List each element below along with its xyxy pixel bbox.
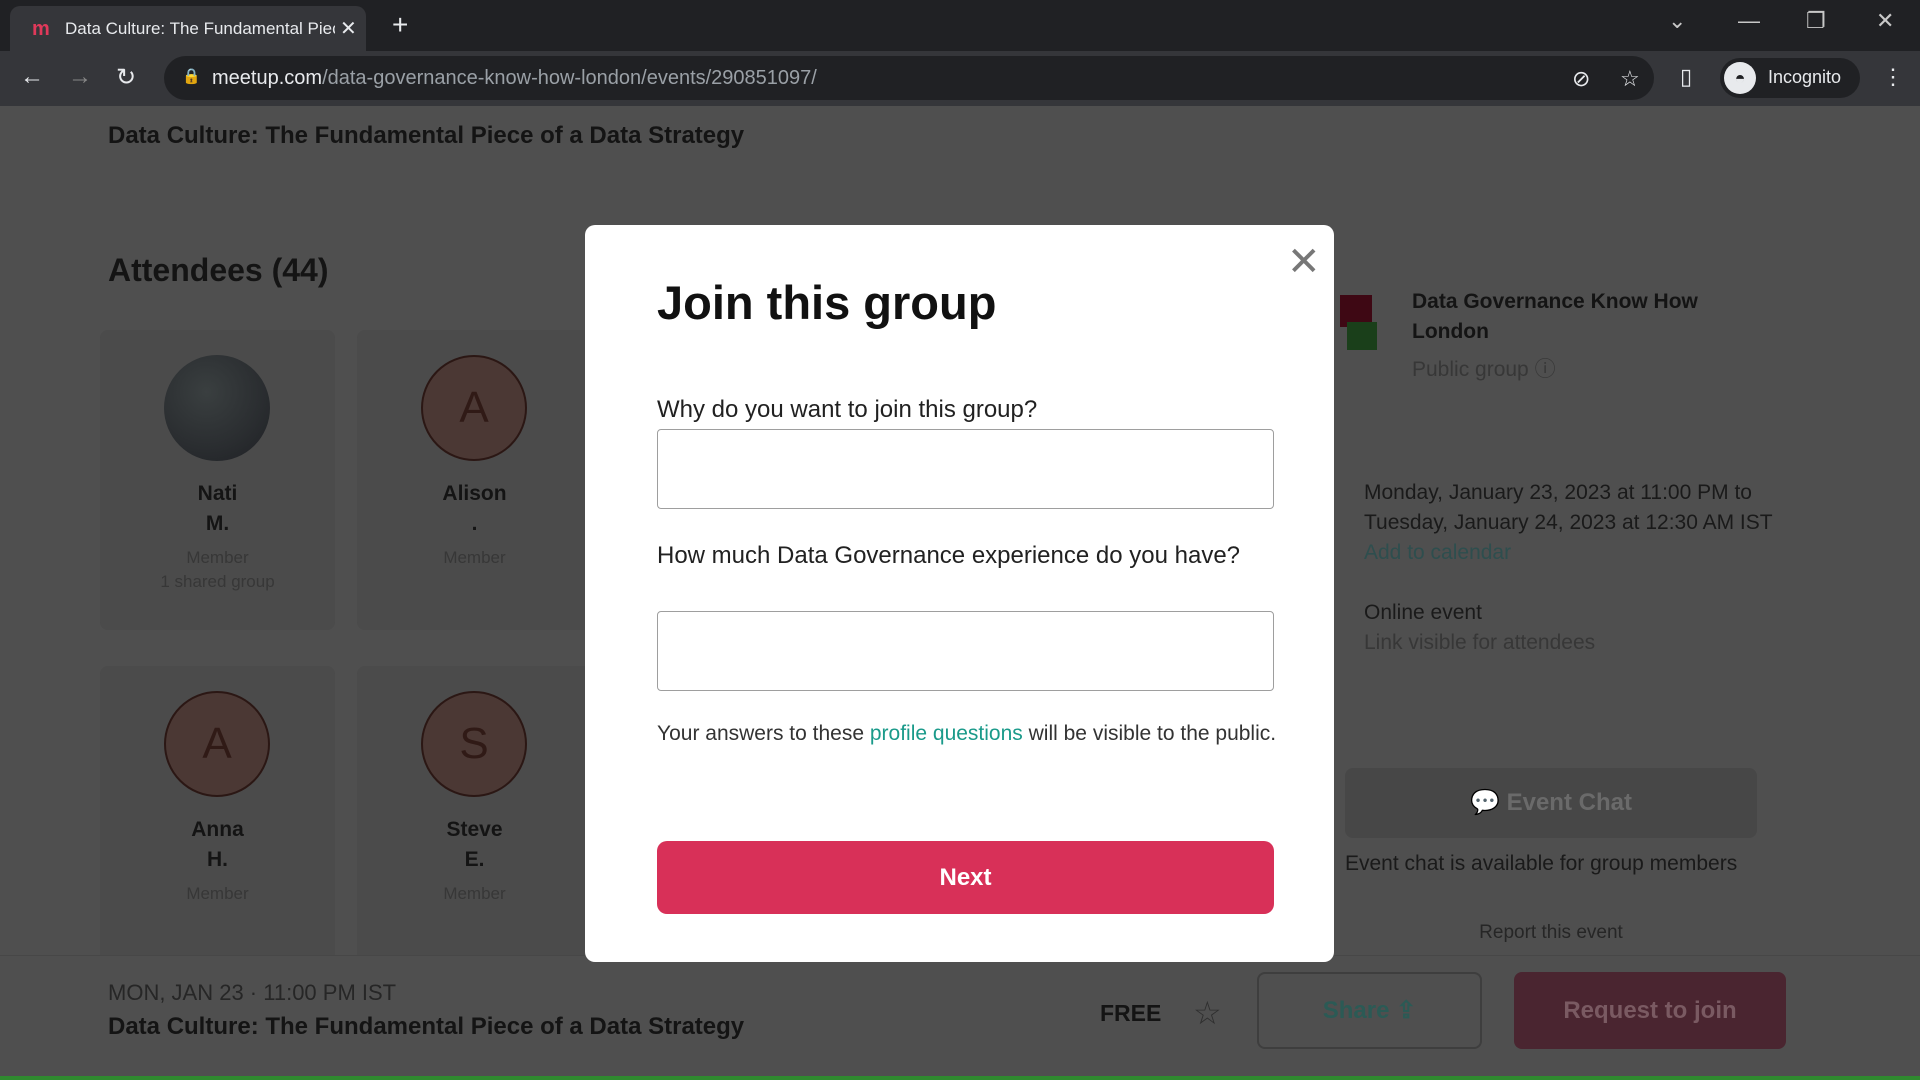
meetup-favicon-icon: m [32,18,50,40]
attendee-last-name: M. [205,512,230,535]
attendee-role: Member [443,548,506,567]
attendee-last-name: E. [464,848,485,871]
tracking-eye-off-icon[interactable]: ⊘ [1572,66,1590,92]
incognito-icon: ◓ [1724,62,1756,94]
browser-tab-strip: m Data Culture: The Fundamental Piece of… [0,0,1920,51]
question-2-input[interactable] [657,611,1274,691]
request-to-join-button[interactable]: Request to join [1514,972,1786,1049]
attendee-card[interactable]: A Alison . Member [357,330,592,630]
browser-tab[interactable]: m Data Culture: The Fundamental Piece of… [10,6,366,51]
question-2-label: How much Data Governance experience do y… [657,542,1241,569]
attendee-last-name: H. [207,848,228,871]
attendee-first-name: Nati [197,482,238,505]
group-type-label: Public group [1412,358,1529,381]
chat-note: Event chat is available for group member… [1345,852,1738,875]
share-label: Share [1322,997,1390,1024]
question-1-label: Why do you want to join this group? [657,396,1038,423]
close-icon[interactable]: ✕ [1287,239,1321,285]
attendee-last-name: . [471,512,478,535]
restore-icon[interactable]: ❐ [1806,8,1826,34]
attendee-role: Member [186,548,249,567]
note-text: Your answers to these [657,722,870,745]
group-name[interactable]: Data Governance Know How London [1412,287,1712,347]
note-text-end: will be visible to the public. [1022,722,1277,745]
attendee-card[interactable]: S Steve E. Member [357,666,592,966]
attendee-first-name: Alison [442,482,507,505]
attendee-shared: 1 shared group [160,572,275,591]
address-bar[interactable]: 🔒 meetup.com/data-governance-know-how-lo… [164,56,1654,100]
attendee-first-name: Anna [191,818,244,841]
window-close-icon[interactable]: ✕ [1876,8,1894,34]
report-event-link[interactable]: Report this event [1345,922,1757,944]
forward-icon[interactable]: → [68,63,92,91]
lock-icon: 🔒 [182,68,201,85]
share-button[interactable]: Share ⇪ [1257,972,1482,1049]
location-text: Online event [1364,601,1482,624]
tab-title: Data Culture: The Fundamental Piece of a… [65,19,335,38]
event-title: Data Culture: The Fundamental Piece of a… [108,122,745,149]
url-text: meetup.com/data-governance-know-how-lond… [212,67,817,89]
tab-close-icon[interactable]: ✕ [340,16,357,41]
price: FREE [1100,1000,1162,1026]
avatar: A [421,355,527,461]
info-icon[interactable]: ⓘ [1535,358,1556,381]
minimize-icon[interactable]: — [1738,8,1760,34]
datetime-text: Monday, January 23, 2023 at 11:00 PM to … [1364,481,1773,534]
menu-kebab-icon[interactable]: ⋮ [1882,64,1904,90]
avatar [164,355,270,461]
profile-questions-link[interactable]: profile questions [870,722,1023,745]
location-note: Link visible for attendees [1364,631,1596,654]
profile-label: Incognito [1768,67,1842,87]
footer-date: MON, JAN 23 · 11:00 PM IST [108,980,397,1005]
attendees-heading: Attendees (44) [108,252,329,288]
save-star-icon[interactable]: ☆ [1193,994,1222,1032]
question-1-input[interactable] [657,429,1274,509]
avatar: A [164,691,270,797]
avatar: S [421,691,527,797]
group-logo-accent [1347,322,1377,350]
footer-title: Data Culture: The Fundamental Piece of a… [108,1013,745,1040]
attendee-card[interactable]: A Anna H. Member [100,666,335,966]
tab-search-icon[interactable]: ⌄ [1668,8,1686,34]
visibility-note: Your answers to these profile questions … [657,719,1277,749]
back-icon[interactable]: ← [20,63,44,91]
bookmark-star-icon[interactable]: ☆ [1620,66,1640,92]
group-type: Public group ⓘ [1412,353,1556,383]
join-group-dialog: Join this group ✕ Why do you want to joi… [585,225,1334,962]
attendee-card[interactable]: Nati M. Member 1 shared group [100,330,335,630]
event-chat-button[interactable]: 💬 Event Chat [1345,768,1757,838]
attendee-first-name: Steve [446,818,503,841]
attendee-role: Member [186,884,249,903]
attendee-role: Member [443,884,506,903]
event-datetime: Monday, January 23, 2023 at 11:00 PM to … [1364,478,1784,658]
chat-label: Event Chat [1506,789,1632,816]
new-tab-icon[interactable]: + [392,9,408,41]
reload-icon[interactable]: ↻ [116,63,136,92]
side-panel-icon[interactable]: ▯ [1680,64,1692,90]
share-icon: ⇪ [1396,997,1417,1024]
dialog-title: Join this group [657,276,997,329]
page-bottom-bar [0,1076,1920,1080]
chat-icon: 💬 [1470,789,1507,816]
add-to-calendar-link[interactable]: Add to calendar [1364,538,1784,568]
incognito-profile[interactable]: ◓ Incognito [1720,58,1860,98]
next-button[interactable]: Next [657,841,1274,914]
